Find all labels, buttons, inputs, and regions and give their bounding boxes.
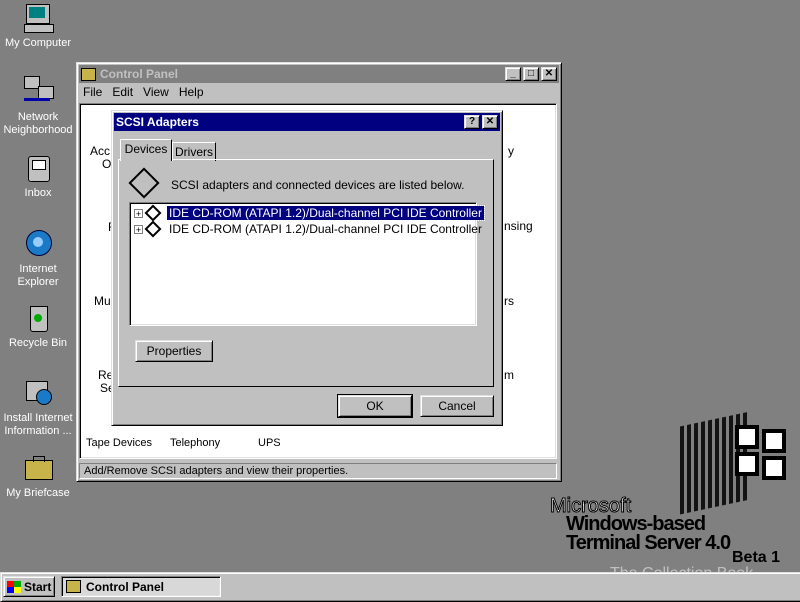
menu-file[interactable]: File [83, 85, 102, 99]
cp-item-label: Tape Devices [86, 437, 153, 449]
desktop-icon-inbox[interactable]: Inbox [0, 152, 76, 200]
taskbar-item-control-panel[interactable]: Control Panel [61, 576, 221, 597]
expand-icon[interactable]: + [134, 224, 143, 234]
status-bar: Add/Remove SCSI adapters and view their … [79, 463, 557, 479]
tab-label: Devices [124, 142, 168, 156]
recycle-bin-icon [22, 302, 54, 334]
tab-panel: SCSI adapters and connected devices are … [118, 159, 494, 387]
scsi-adapters-dialog: SCSI Adapters ? ✕ Devices Drivers SCSI a… [111, 110, 503, 426]
network-icon [22, 76, 54, 108]
control-panel-titlebar[interactable]: Control Panel _ □ ✕ [79, 65, 559, 83]
cp-item-partial[interactable]: m [504, 368, 514, 382]
desktop-icon-label: Recycle Bin [8, 337, 68, 349]
expand-icon[interactable]: + [134, 208, 143, 218]
cp-item-partial[interactable]: nsing [504, 219, 533, 233]
help-button[interactable]: ? [464, 115, 480, 129]
tab-label: Drivers [175, 145, 213, 159]
desktop-icon-recycle-bin[interactable]: Recycle Bin [0, 302, 76, 350]
control-panel-icon [66, 580, 81, 593]
desktop-icon-briefcase[interactable]: My Briefcase [0, 452, 76, 500]
start-button[interactable]: Start [3, 576, 55, 597]
button-label: Properties [146, 344, 202, 358]
scsi-device-icon [144, 204, 162, 222]
description: SCSI adapters and connected devices are … [171, 178, 465, 192]
maximize-button[interactable]: □ [523, 67, 539, 81]
cp-item-tape-devices[interactable]: Tape Devices [86, 437, 152, 449]
computer-icon [22, 2, 54, 34]
task-label: Control Panel [86, 579, 165, 594]
ok-button[interactable]: OK [337, 394, 413, 418]
install-icon [22, 377, 54, 409]
cp-item-label: Telephony [170, 437, 221, 449]
desktop-icon-network[interactable]: Network Neighborhood [0, 76, 76, 137]
desktop-icon-label: Network Neighborhood [3, 111, 73, 136]
briefcase-icon [22, 452, 54, 484]
menu-edit[interactable]: Edit [112, 85, 133, 99]
desktop-icon-label: Install Internet Information ... [3, 412, 73, 437]
device-tree[interactable]: + IDE CD-ROM (ATAPI 1.2)/Dual-channel PC… [129, 202, 485, 326]
desktop-icon-ie[interactable]: Internet Explorer [0, 228, 76, 289]
desktop-icon-label: My Computer [4, 37, 72, 49]
windows-flag-icon [7, 580, 21, 593]
status-text: Add/Remove SCSI adapters and view their … [84, 465, 349, 477]
desktop-icon-label: Inbox [24, 187, 52, 199]
cp-item-label: UPS [258, 437, 281, 449]
cancel-button[interactable]: Cancel [420, 395, 494, 417]
cp-item-partial[interactable]: Acc [90, 144, 110, 158]
desktop-icon-label: My Briefcase [6, 487, 70, 499]
scsi-icon [128, 167, 160, 199]
taskbar: Start Control Panel [0, 572, 800, 602]
windows-logo-icon [680, 411, 790, 515]
properties-button[interactable]: Properties [135, 340, 213, 362]
control-panel-icon [81, 67, 96, 81]
window-title: Control Panel [100, 67, 179, 81]
device-label: IDE CD-ROM (ATAPI 1.2)/Dual-channel PCI … [166, 205, 485, 221]
brand-product-line2: Terminal Server 4.0 [566, 532, 731, 554]
close-button[interactable]: ✕ [541, 67, 557, 81]
ie-icon [22, 228, 54, 260]
cp-item-partial[interactable]: y [508, 144, 514, 158]
desktop-icon-my-computer[interactable]: My Computer [0, 2, 76, 50]
device-label: IDE CD-ROM (ATAPI 1.2)/Dual-channel PCI … [169, 222, 482, 236]
menu-help[interactable]: Help [179, 85, 204, 99]
scsi-device-icon [144, 220, 162, 238]
inbox-icon [22, 152, 54, 184]
dialog-title: SCSI Adapters [116, 115, 199, 129]
tab-devices[interactable]: Devices [120, 139, 172, 161]
menu-bar: File Edit View Help [79, 83, 559, 101]
menu-view[interactable]: View [143, 85, 169, 99]
cp-item-telephony[interactable]: Telephony [170, 437, 220, 449]
cp-item-ups[interactable]: UPS [258, 437, 281, 449]
start-label: Start [24, 579, 52, 594]
desktop-icon-install-iis[interactable]: Install Internet Information ... [0, 377, 76, 438]
dialog-titlebar[interactable]: SCSI Adapters ? ✕ [114, 113, 500, 131]
button-label: OK [366, 399, 384, 413]
cp-item-partial[interactable]: rs [504, 294, 514, 308]
desktop-icon-label: Internet Explorer [17, 263, 59, 288]
branding: Microsoft Windows-based Terminal Server … [549, 411, 800, 585]
minimize-button[interactable]: _ [505, 67, 521, 81]
device-row-2[interactable]: + IDE CD-ROM (ATAPI 1.2)/Dual-channel PC… [134, 220, 484, 238]
device-row-1[interactable]: + IDE CD-ROM (ATAPI 1.2)/Dual-channel PC… [134, 204, 485, 222]
close-button[interactable]: ✕ [482, 115, 498, 129]
button-label: Cancel [438, 399, 476, 413]
